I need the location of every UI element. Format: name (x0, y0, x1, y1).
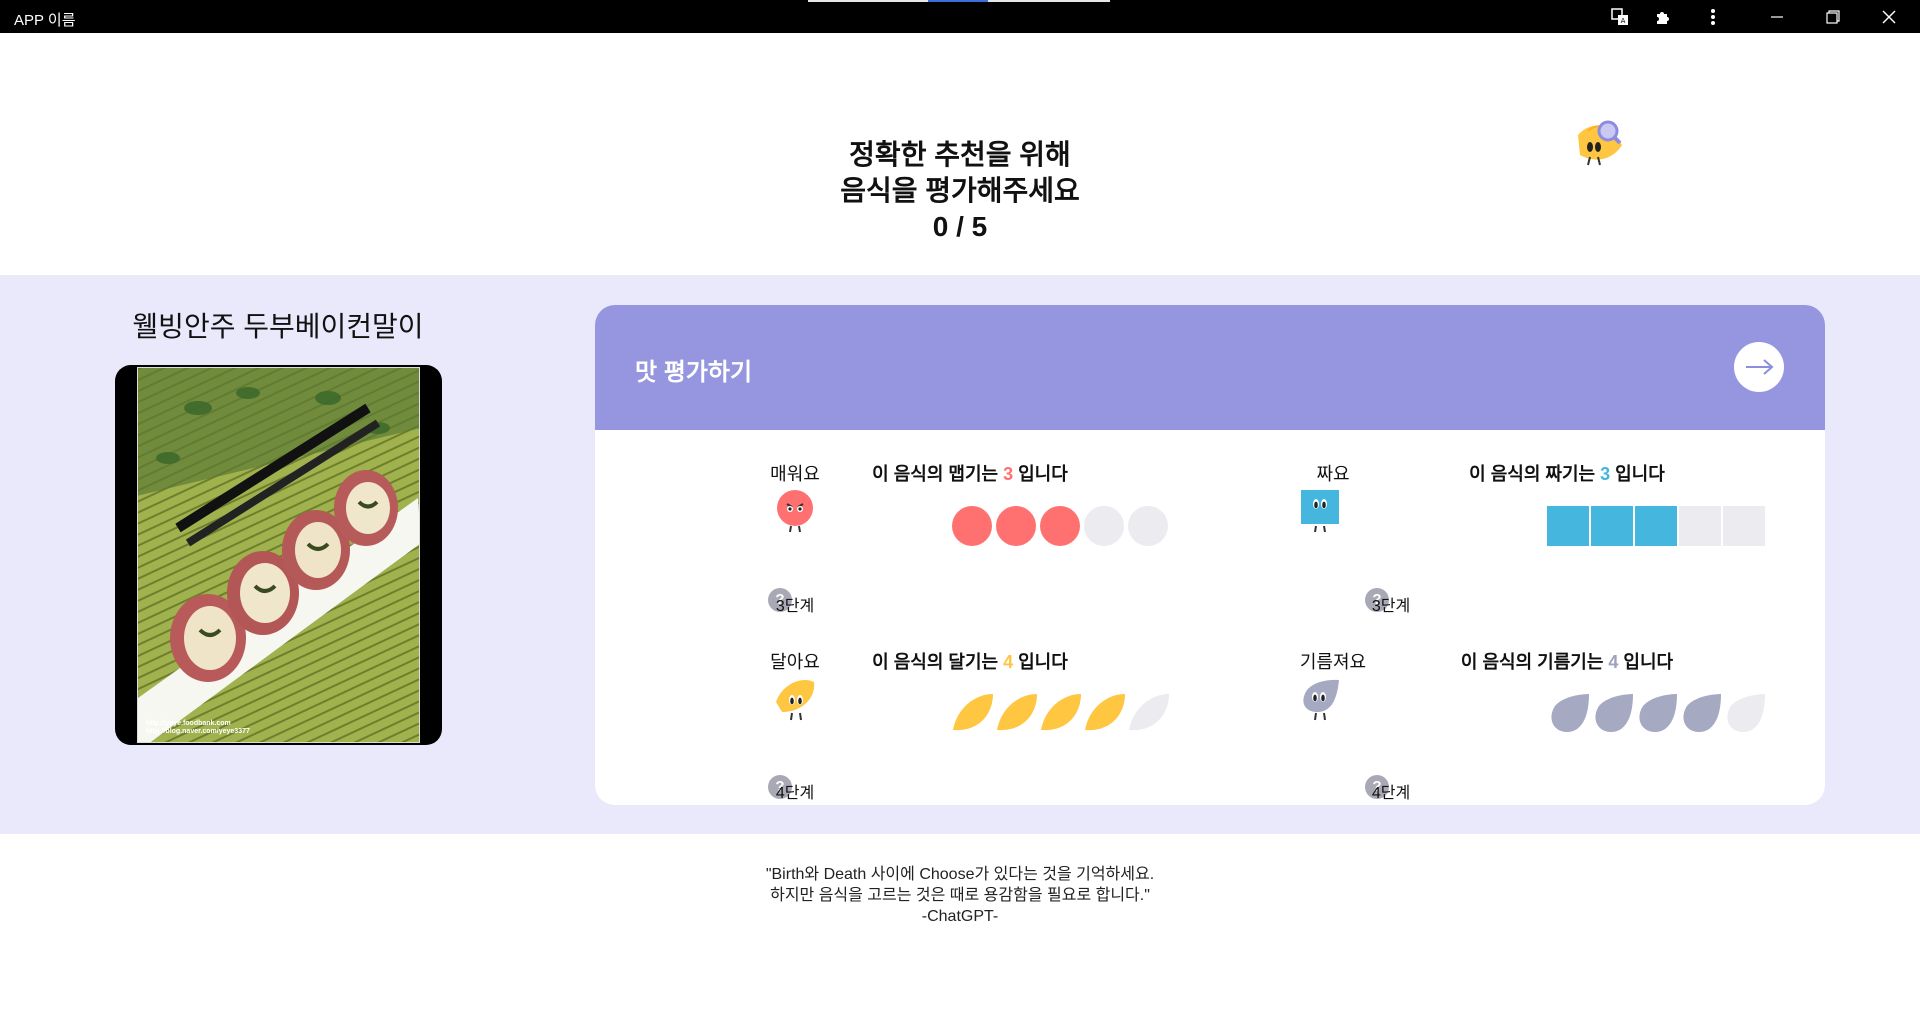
rating-scale-salty (1547, 505, 1765, 547)
arrow-right-icon (1746, 359, 1774, 375)
close-icon[interactable] (1878, 6, 1900, 28)
next-button[interactable] (1734, 342, 1784, 392)
sweet-level-5-lemon-icon[interactable] (1127, 692, 1169, 734)
salty-character-icon (1301, 490, 1339, 533)
spicy-level-5-circle-icon[interactable] (1127, 505, 1169, 547)
rating-scale-spicy (951, 505, 1169, 547)
page-title: 정확한 추천을 위해 음식을 평가해주세요 0 / 5 (760, 137, 1160, 245)
rating-sentence: 이 음식의 기름기는 4 입니다 (1460, 652, 1674, 672)
rating-scale-greasy (1547, 692, 1765, 734)
photo-watermark: http://yaye.foodbank.com http://blog.nav… (146, 720, 250, 735)
page-header: 정확한 추천을 위해 음식을 평가해주세요 0 / 5 (0, 33, 1920, 275)
rating-level: 3단계 (775, 598, 815, 615)
rating-level: 4단계 (775, 785, 815, 802)
title-line-2: 음식을 평가해주세요 (840, 175, 1080, 206)
taste-panel: 맛 평가하기 매워요 ? 3단계 이 음식의 맵기는 3 입니다 짜요 ? 3단… (595, 305, 1825, 805)
mascot-magnifier-icon (1578, 120, 1622, 166)
greasy-character-icon (1303, 679, 1339, 721)
window-title: APP 이름 (14, 12, 76, 29)
rating-section: 웰빙안주 두부베이컨말이 http://yaye.foodbank.com ht… (0, 275, 1920, 834)
more-vert-icon[interactable] (1702, 6, 1724, 28)
taste-panel-header: 맛 평가하기 (595, 305, 1825, 430)
rating-sentence: 이 음식의 짜기는 3 입니다 (1469, 464, 1665, 484)
rating-label: 기름져요 (1299, 652, 1367, 672)
spicy-level-3-circle-icon[interactable] (1039, 505, 1081, 547)
quote-line-2: 하지만 음식을 고르는 것은 때로 용감함을 필요로 합니다." (770, 887, 1150, 904)
rating-sentence: 이 음식의 맵기는 3 입니다 (872, 464, 1068, 484)
greasy-level-3-drop-icon[interactable] (1635, 692, 1677, 734)
spicy-character-icon (777, 490, 813, 533)
rating-level: 4단계 (1371, 785, 1411, 802)
extension-icon[interactable] (1652, 6, 1674, 28)
quote-author: -ChatGPT- (921, 908, 999, 925)
spicy-level-2-circle-icon[interactable] (995, 505, 1037, 547)
window-title-bar: APP 이름 A (0, 0, 1920, 33)
spicy-level-1-circle-icon[interactable] (951, 505, 993, 547)
sweet-level-4-lemon-icon[interactable] (1083, 692, 1125, 734)
salty-level-2-square-icon[interactable] (1591, 505, 1633, 547)
sweet-character-icon (776, 680, 815, 721)
translate-icon[interactable]: A (1609, 6, 1631, 28)
rating-scale-sweet (951, 692, 1169, 734)
rating-label: 매워요 (770, 464, 820, 484)
sweet-level-2-lemon-icon[interactable] (995, 692, 1037, 734)
minimize-icon[interactable] (1766, 6, 1788, 28)
tab-indicator-active (928, 0, 988, 2)
salty-level-5-square-icon[interactable] (1723, 505, 1765, 547)
rating-level: 3단계 (1371, 598, 1411, 615)
greasy-level-2-drop-icon[interactable] (1591, 692, 1633, 734)
title-line-1: 정확한 추천을 위해 (849, 139, 1071, 170)
tab-indicator (808, 0, 1110, 2)
rating-sentence: 이 음식의 달기는 4 입니다 (872, 652, 1068, 672)
taste-panel-title: 맛 평가하기 (635, 359, 753, 386)
rating-label: 달아요 (770, 652, 820, 672)
progress-counter: 0 / 5 (932, 211, 988, 242)
spicy-level-4-circle-icon[interactable] (1083, 505, 1125, 547)
sweet-level-3-lemon-icon[interactable] (1039, 692, 1081, 734)
rating-label: 짜요 (1316, 464, 1350, 484)
footer-quote: "Birth와 Death 사이에 Choose가 있다는 것을 기억하세요. … (560, 864, 1360, 927)
food-name: 웰빙안주 두부베이컨말이 (132, 311, 424, 342)
food-image: http://yaye.foodbank.com http://blog.nav… (137, 367, 420, 743)
salty-level-3-square-icon[interactable] (1635, 505, 1677, 547)
food-illustration (138, 368, 419, 742)
greasy-level-4-drop-icon[interactable] (1679, 692, 1721, 734)
svg-text:A: A (1621, 17, 1626, 25)
salty-level-4-square-icon[interactable] (1679, 505, 1721, 547)
sweet-level-1-lemon-icon[interactable] (951, 692, 993, 734)
greasy-level-5-drop-icon[interactable] (1723, 692, 1765, 734)
food-photo: http://yaye.foodbank.com http://blog.nav… (115, 365, 442, 745)
maximize-icon[interactable] (1822, 6, 1844, 28)
salty-level-1-square-icon[interactable] (1547, 505, 1589, 547)
quote-line-1: "Birth와 Death 사이에 Choose가 있다는 것을 기억하세요. (765, 866, 1155, 883)
greasy-level-1-drop-icon[interactable] (1547, 692, 1589, 734)
